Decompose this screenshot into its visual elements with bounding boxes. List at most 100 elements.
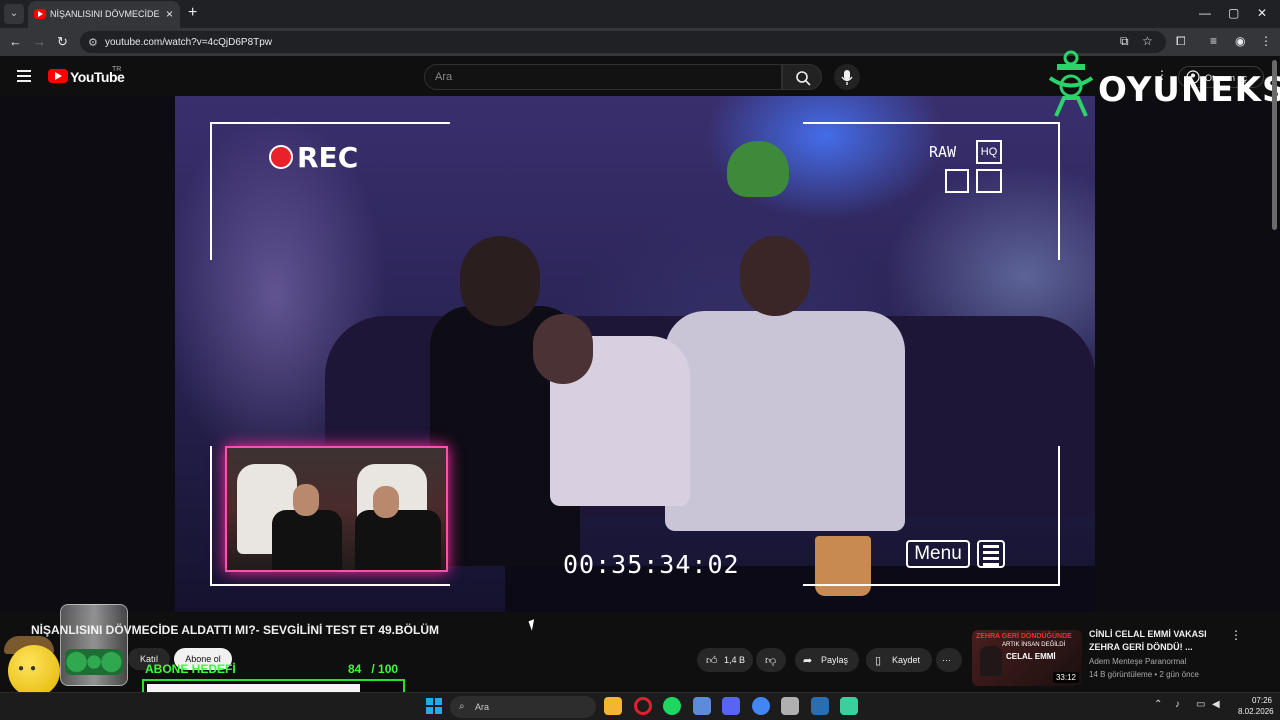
jar-coins [65, 649, 123, 675]
raw-label: RAW [929, 143, 957, 161]
save-label: Kaydet [892, 655, 921, 665]
mic-tray-icon[interactable]: ♪ [1175, 700, 1180, 710]
opera-icon[interactable] [634, 697, 652, 715]
frog-emote-icon [727, 141, 789, 197]
recommendation-title[interactable]: CİNLİ CELAL EMMİ VAKASI ZEHRA GERİ DÖNDÜ… [1089, 628, 1219, 654]
thumbs-down-icon: 👎︎ [765, 655, 777, 667]
dislike-button[interactable]: 👎︎ [756, 648, 786, 672]
media-app-icon[interactable] [840, 697, 858, 715]
brand-text: OYUNEKS [1098, 70, 1280, 110]
list-icon [977, 540, 1005, 568]
hq-badge: HQ [976, 140, 1002, 164]
minimize-button[interactable]: — [1199, 6, 1211, 20]
flag-icon [976, 169, 1002, 193]
search-input[interactable] [435, 71, 765, 83]
recommendation-meta: 14 B görüntüleme • 2 gün önce [1089, 670, 1199, 679]
youtube-favicon-icon [34, 9, 46, 19]
clock-date: 8.02.2026 [1238, 707, 1274, 716]
close-window-button[interactable]: ✕ [1257, 6, 1267, 20]
media-controls-icon[interactable]: ≡ [1210, 35, 1217, 47]
taskbar-search-label: Ara [475, 702, 490, 712]
recommendation-channel[interactable]: Adem Menteşe Paranormal [1089, 657, 1186, 666]
chrome-icon[interactable] [752, 697, 770, 715]
search-box[interactable] [424, 64, 782, 90]
timecode: 00:35:34:02 [563, 550, 740, 579]
film-icon [945, 169, 969, 193]
tray-clock[interactable]: 07:26 8.02.2026 [1238, 695, 1274, 717]
rec-dot-icon [269, 145, 293, 169]
browser-tab-bar: ⌄ NİŞANLISINI DÖVMECİDE ALDA × + — ▢ ✕ [0, 0, 1280, 28]
recommendation-more-icon[interactable]: ⋮ [1230, 628, 1242, 642]
emoji-eyes: ●● [18, 663, 43, 674]
person-left-head [460, 236, 540, 326]
maximize-button[interactable]: ▢ [1228, 6, 1239, 20]
clock-time: 07:26 [1251, 696, 1272, 705]
youtube-logo-icon[interactable] [48, 69, 68, 83]
profile-icon[interactable]: ◉ [1235, 35, 1245, 47]
share-button[interactable]: ➦ Paylaş [795, 648, 859, 672]
share-arrow-icon: ➦ [803, 655, 813, 667]
thumb-person [980, 646, 1002, 676]
page-scrollbar[interactable] [1272, 60, 1277, 230]
tab-search-button[interactable]: ⌄ [4, 4, 24, 24]
webcam-inset [225, 446, 448, 572]
video-duration: 33:12 [1052, 672, 1079, 683]
volume-icon[interactable]: ◀ [1212, 700, 1220, 710]
coin-jar-icon [60, 604, 128, 686]
country-code: TR [112, 66, 122, 73]
spotify-icon[interactable] [663, 697, 681, 715]
thumb-subtext: ARTIK İNSAN DEĞİLDİ [1002, 642, 1066, 648]
host-left [272, 510, 342, 570]
person-middle-head [533, 314, 593, 384]
back-arrow-icon[interactable]: ← [9, 35, 22, 48]
thumb-banner: ZEHRA GERİ DÖNDÜĞÜNDE [976, 633, 1072, 640]
search-icon [796, 71, 811, 86]
file-explorer-icon[interactable] [604, 697, 622, 715]
taskbar-search-icon: ⌕ [459, 701, 465, 712]
site-info-icon[interactable]: ⚙ [88, 36, 98, 49]
browser-tab-active[interactable]: NİŞANLISINI DÖVMECİDE ALDA × [28, 1, 180, 28]
share-label: Paylaş [821, 655, 849, 665]
discord-icon[interactable] [722, 697, 740, 715]
taskbar-search[interactable]: ⌕ Ara [450, 696, 596, 718]
bookmark-icon: ▯ [875, 655, 882, 667]
steam-icon[interactable] [811, 697, 829, 715]
sub-goal-count: 84 / 100 [348, 662, 399, 676]
more-actions-button[interactable]: ··· [936, 648, 962, 672]
address-bar[interactable]: ⚙ youtube.com/watch?v=4cQjD6P8Tpw [80, 31, 1166, 53]
recommendation-thumbnail[interactable]: ZEHRA GERİ DÖNDÜĞÜNDE ARTIK İNSAN DEĞİLD… [972, 630, 1082, 686]
windows-taskbar: ⌕ Ara ⌃ ♪ ▭ ◀ 07:26 8.02.2026 [0, 692, 1280, 720]
extensions-icon[interactable]: ⧠ [1176, 35, 1186, 47]
bookmark-star-icon[interactable]: ☆ [1142, 35, 1153, 47]
host-right [355, 510, 441, 570]
thumbs-up-icon: 👍︎ [706, 655, 718, 667]
microphone-icon [841, 70, 853, 85]
host-left-face [293, 484, 319, 516]
hamburger-menu-icon[interactable] [17, 70, 31, 82]
like-button[interactable]: 👍︎ 1,4 B [697, 648, 753, 672]
like-count: 1,4 B [724, 655, 746, 665]
settings-app-icon[interactable] [781, 697, 799, 715]
menu-label-box: Menu [906, 540, 970, 568]
thumb-name: CELAL EMMİ [1006, 652, 1056, 661]
tab-title: NİŞANLISINI DÖVMECİDE ALDA [50, 9, 160, 19]
more-actions-icon: ··· [942, 655, 951, 665]
search-button[interactable] [782, 64, 822, 90]
browser-menu-icon[interactable]: ⋮ [1260, 35, 1272, 47]
voice-search-button[interactable] [834, 64, 860, 90]
tray-chevron-icon[interactable]: ⌃ [1154, 700, 1162, 710]
install-app-icon[interactable]: ⧉ [1120, 35, 1129, 47]
network-app-icon[interactable] [693, 697, 711, 715]
person-right-head [740, 236, 810, 316]
forward-arrow-icon[interactable]: → [33, 35, 46, 48]
host-right-face [373, 486, 399, 518]
reload-icon[interactable]: ↻ [57, 35, 68, 48]
new-tab-button[interactable]: + [188, 5, 197, 21]
save-button[interactable]: ▯ Kaydet [866, 648, 932, 672]
url-text[interactable]: youtube.com/watch?v=4cQjD6P8Tpw [105, 37, 272, 48]
mascot-logo-icon [1048, 50, 1094, 117]
windows-start-icon[interactable] [426, 698, 442, 714]
display-tray-icon[interactable]: ▭ [1196, 700, 1205, 710]
sub-goal-label: ABONE HEDEFİ [145, 662, 236, 676]
tab-close-icon[interactable]: × [166, 7, 173, 21]
